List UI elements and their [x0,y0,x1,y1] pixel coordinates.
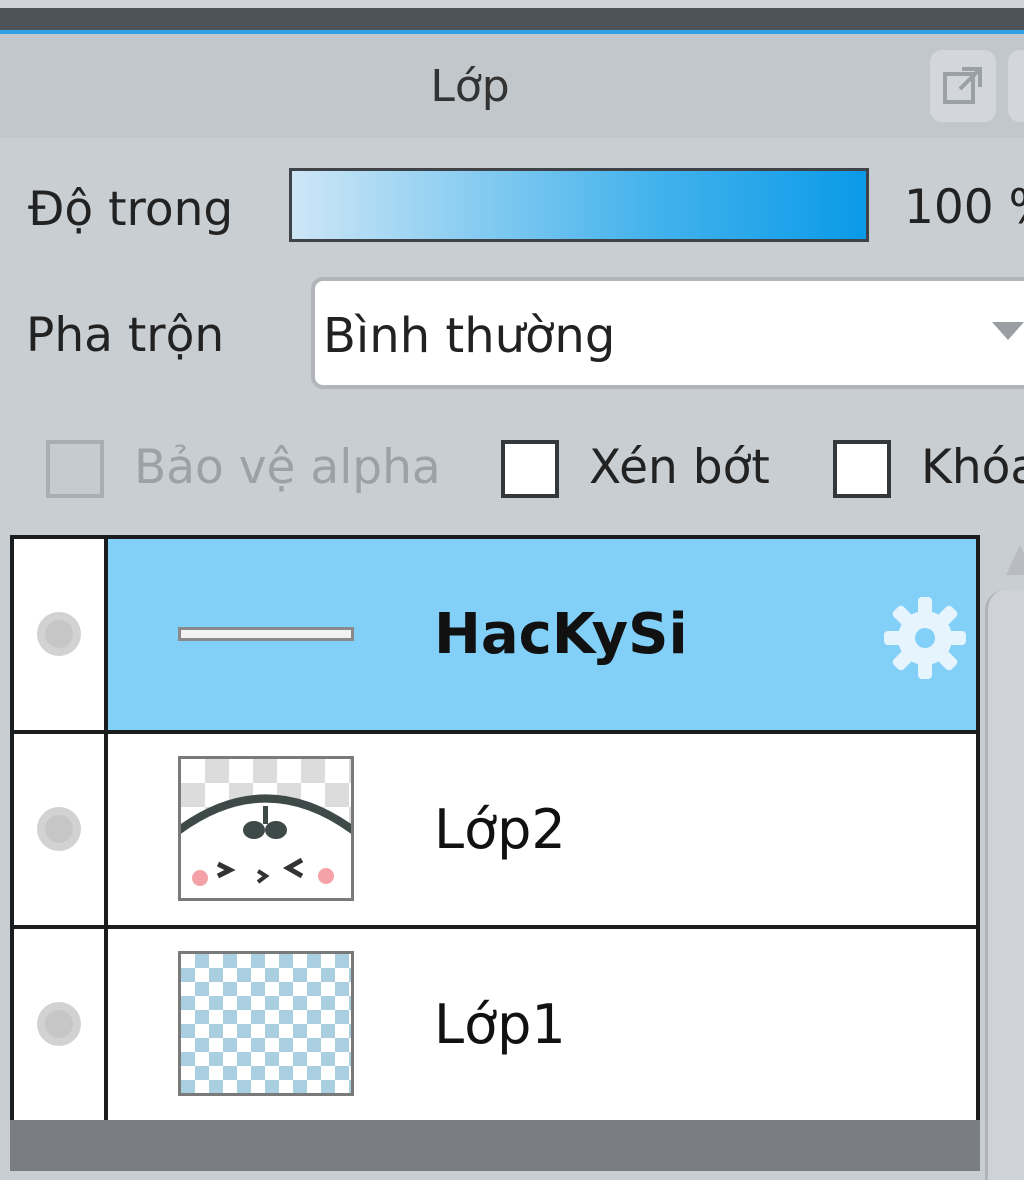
layer-name: HacKySi [434,602,688,667]
visibility-icon [37,1002,81,1046]
chevron-down-icon [992,322,1024,340]
layer-row-hackysi[interactable]: HacKySi [14,539,976,730]
layer-name: Lớp1 [434,993,566,1056]
opacity-slider[interactable] [289,168,869,242]
layer-list-footer [10,1120,980,1171]
gear-icon[interactable] [880,593,970,683]
layer-content[interactable]: HacKySi [108,539,976,730]
protect-alpha-label: Bảo vệ alpha [134,440,441,495]
layer-name: Lớp2 [434,798,566,861]
blend-mode-value: Bình thường [323,308,616,364]
clipping-checkbox[interactable] [501,440,559,498]
visibility-icon [37,807,81,851]
panel-menu-button[interactable] [1008,50,1024,122]
layer-content[interactable]: Lớp1 [108,929,976,1120]
opacity-value: 100 % [904,180,1024,235]
popout-icon [940,63,986,109]
protect-alpha-checkbox[interactable] [46,440,104,498]
visibility-toggle[interactable] [14,734,104,925]
visibility-icon [37,612,81,656]
layer-list: HacKySi Lớp2 Lớp1 [10,535,980,1120]
layer-content[interactable]: Lớp2 [108,734,976,925]
panel-title: Lớp [430,60,510,112]
lock-checkbox[interactable] [833,440,891,498]
window-top-bar [0,0,1024,34]
blend-mode-label: Pha trộn [26,308,225,363]
title-strip [0,8,1024,30]
layer-row-lop1[interactable]: Lớp1 [14,929,976,1120]
visibility-toggle[interactable] [14,539,104,730]
lock-label: Khóa [921,440,1024,495]
clipping-label: Xén bớt [589,440,770,495]
visibility-toggle[interactable] [14,929,104,1120]
layer-row-lop2[interactable]: Lớp2 [14,734,976,925]
layer-thumbnail [178,756,354,901]
layer-scrollbar[interactable] [985,590,1024,1180]
scroll-up-arrow[interactable] [1006,545,1024,575]
folder-thumbnail [178,627,354,641]
layer-thumbnail [178,951,354,1096]
opacity-label: Độ trong [28,182,234,237]
popout-button[interactable] [930,50,996,122]
